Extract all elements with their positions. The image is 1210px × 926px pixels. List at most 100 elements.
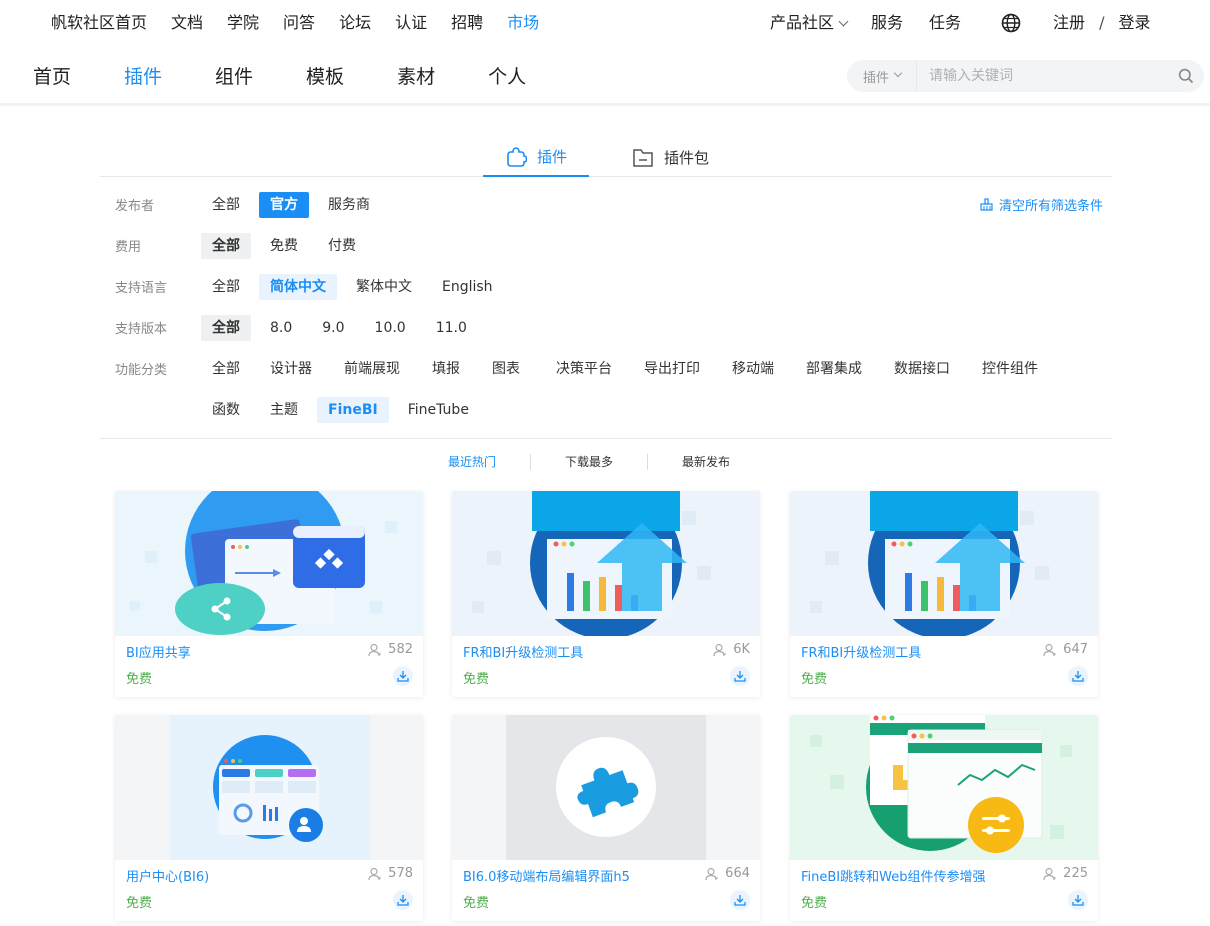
filter-fee-options: 全部 免费 付费 [201, 233, 375, 259]
plugin-title[interactable]: BI6.0移动端布局编辑界面h5 [463, 866, 693, 885]
subnav-material[interactable]: 素材 [397, 65, 435, 89]
filter-option-chart[interactable]: 图表 [481, 356, 531, 382]
plugin-title[interactable]: FineBI跳转和Web组件传参增强 [801, 866, 1031, 885]
subnav-template[interactable]: 模板 [306, 65, 344, 89]
search-scope-select[interactable]: 插件 [847, 60, 917, 92]
filter-option-traditional-chinese[interactable]: 繁体中文 [345, 274, 423, 300]
filter-option-v8[interactable]: 8.0 [259, 315, 303, 341]
download-count-value: 582 [388, 642, 413, 657]
globe-icon[interactable] [1001, 13, 1021, 33]
filter-option-v10[interactable]: 10.0 [364, 315, 417, 341]
nav-jobs[interactable]: 招聘 [451, 12, 483, 34]
plugin-title[interactable]: 用户中心(BI6) [126, 866, 356, 885]
sort-bar: 最近热门 下载最多 最新发布 [448, 453, 730, 470]
plugin-card[interactable]: FineBI跳转和Web组件传参增强 225 免费 [790, 715, 1098, 921]
plugin-title[interactable]: FR和BI升级检测工具 [463, 642, 693, 661]
filter-option-v9[interactable]: 9.0 [311, 315, 355, 341]
plugin-card[interactable]: 用户中心(BI6) 578 免费 [115, 715, 423, 921]
search-scope-label: 插件 [863, 70, 890, 86]
download-button[interactable] [1068, 890, 1088, 910]
filter-option-paid[interactable]: 付费 [317, 233, 367, 259]
subnav-personal[interactable]: 个人 [488, 65, 526, 89]
sort-divider [647, 453, 649, 470]
filter-option-export-print[interactable]: 导出打印 [633, 356, 711, 382]
register-link[interactable]: 注册 [1053, 12, 1085, 34]
download-count: 647 [1043, 642, 1088, 657]
filter-option-deploy[interactable]: 部署集成 [795, 356, 873, 382]
filter-option-mobile[interactable]: 移动端 [721, 356, 785, 382]
subnav-component[interactable]: 组件 [215, 65, 253, 89]
filter-option-v11[interactable]: 11.0 [425, 315, 478, 341]
plugin-title[interactable]: FR和BI升级检测工具 [801, 642, 1031, 661]
subnav-home[interactable]: 首页 [33, 65, 71, 89]
download-icon [1072, 895, 1084, 906]
nav-home[interactable]: 帆软社区首页 [51, 12, 147, 34]
nav-academy[interactable]: 学院 [227, 12, 259, 34]
nav-docs[interactable]: 文档 [171, 12, 203, 34]
nav-service[interactable]: 服务 [871, 12, 903, 34]
clear-filters-button[interactable]: 清空所有筛选条件 [980, 195, 1103, 214]
nav-market[interactable]: 市场 [507, 12, 539, 34]
plugin-card[interactable]: BI6.0移动端布局编辑界面h5 664 免费 [452, 715, 760, 921]
plugin-card[interactable]: FR和BI升级检测工具 6K 免费 [452, 491, 760, 697]
user-icon [1043, 643, 1057, 656]
login-link[interactable]: 登录 [1118, 12, 1150, 34]
user-icon [368, 643, 382, 656]
plugin-card[interactable]: BI应用共享 582 免费 [115, 491, 423, 697]
filter-option-fill[interactable]: 填报 [421, 356, 471, 382]
filter-language-options: 全部 简体中文 繁体中文 English [201, 274, 512, 300]
filter-option-all[interactable]: 全部 [201, 233, 251, 259]
user-icon [705, 867, 719, 880]
filter-option-all[interactable]: 全部 [201, 274, 251, 300]
download-count-value: 578 [388, 866, 413, 881]
chevron-down-icon [838, 16, 849, 27]
filter-option-finebi[interactable]: FineBI [317, 397, 389, 423]
download-count: 664 [705, 866, 750, 881]
filter-label-publisher: 发布者 [115, 199, 155, 214]
download-button[interactable] [730, 890, 750, 910]
filter-option-all[interactable]: 全部 [201, 356, 251, 382]
plugin-title[interactable]: BI应用共享 [126, 642, 356, 661]
subnav-plugin[interactable]: 插件 [124, 65, 162, 89]
sort-newest[interactable]: 最新发布 [682, 453, 730, 470]
top-nav-links: 帆软社区首页 文档 学院 问答 论坛 认证 招聘 市场 [51, 12, 563, 34]
search-input[interactable] [917, 68, 1168, 84]
filter-option-designer[interactable]: 设计器 [259, 356, 323, 382]
download-button[interactable] [393, 890, 413, 910]
nav-qa[interactable]: 问答 [283, 12, 315, 34]
download-button[interactable] [730, 666, 750, 686]
filter-option-theme[interactable]: 主题 [259, 397, 309, 423]
download-icon [1072, 671, 1084, 682]
filter-option-function[interactable]: 函数 [201, 397, 251, 423]
product-community-dropdown[interactable]: 产品社区 [770, 12, 849, 34]
filter-option-official[interactable]: 官方 [259, 192, 309, 218]
download-button[interactable] [1068, 666, 1088, 686]
chevron-down-icon [893, 68, 903, 78]
filter-option-decision-platform[interactable]: 决策平台 [545, 356, 623, 382]
plugin-card[interactable]: FR和BI升级检测工具 647 免费 [790, 491, 1098, 697]
nav-task[interactable]: 任务 [929, 12, 961, 34]
download-button[interactable] [393, 666, 413, 686]
filter-option-frontend[interactable]: 前端展现 [333, 356, 411, 382]
filter-option-data-interface[interactable]: 数据接口 [883, 356, 961, 382]
nav-certification[interactable]: 认证 [395, 12, 427, 34]
filter-option-english[interactable]: English [431, 274, 504, 300]
filter-option-provider[interactable]: 服务商 [317, 192, 381, 218]
sort-hot[interactable]: 最近热门 [448, 453, 496, 470]
download-count-value: 664 [725, 866, 750, 881]
filter-option-free[interactable]: 免费 [259, 233, 309, 259]
sort-most-download[interactable]: 下载最多 [565, 453, 613, 470]
filter-option-simplified-chinese[interactable]: 简体中文 [259, 274, 337, 300]
tab-plugin-pack[interactable]: 插件包 [632, 138, 709, 177]
search-icon[interactable] [1168, 60, 1204, 92]
tab-plugin-pack-label: 插件包 [664, 149, 710, 167]
nav-forum[interactable]: 论坛 [339, 12, 371, 34]
filter-option-all[interactable]: 全部 [201, 192, 251, 218]
download-icon [397, 895, 409, 906]
filter-option-finetube[interactable]: FineTube [397, 397, 480, 423]
filter-option-all[interactable]: 全部 [201, 315, 251, 341]
filter-category-options: 全部 设计器 前端展现 填报 图表 决策平台 导出打印 移动端 部署集成 数据接… [201, 356, 1057, 382]
tab-plugin[interactable]: 插件 [483, 138, 589, 177]
price-label: 免费 [801, 896, 828, 911]
filter-option-widget[interactable]: 控件组件 [971, 356, 1049, 382]
